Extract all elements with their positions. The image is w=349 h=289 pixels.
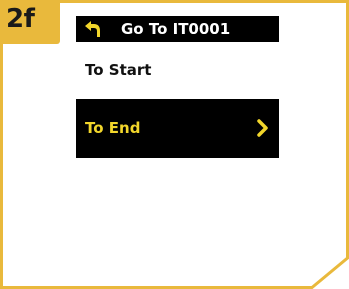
screen-header: Go To IT0001 [76, 16, 279, 42]
header-title: Go To IT0001 [121, 20, 231, 38]
menu-item-label: To Start [85, 61, 152, 79]
step-badge: 2f [0, 0, 60, 44]
menu-item-to-end[interactable]: To End [76, 99, 279, 158]
back-arrow-icon[interactable] [84, 19, 102, 39]
menu-item-to-start[interactable]: To Start [76, 56, 279, 88]
step-label: 2f [6, 4, 35, 34]
instruction-panel: 2f Go To IT0001 To Start To End [0, 0, 349, 289]
chevron-right-icon [257, 119, 269, 137]
menu-item-label: To End [85, 119, 141, 137]
